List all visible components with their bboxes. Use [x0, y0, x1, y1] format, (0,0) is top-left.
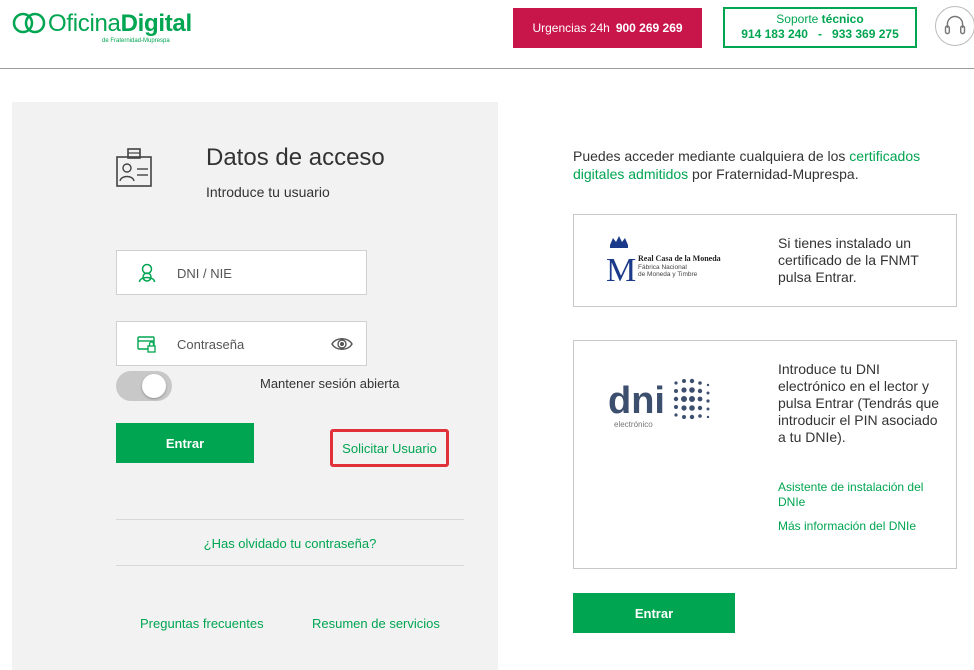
- logo-subtitle: de Fraternidad-Muprespa: [102, 38, 170, 44]
- dnie-dots-icon: [673, 378, 710, 420]
- fnmt-logo-sub2: de Moneda y Timbre: [638, 271, 698, 278]
- keep-session-toggle[interactable]: [116, 371, 172, 401]
- password-field[interactable]: [116, 321, 367, 366]
- fnmt-text: Si tienes instalado un certificado de la…: [778, 235, 919, 285]
- intro-text-post: por Fraternidad-Muprespa.: [688, 166, 859, 182]
- dnie-logo-sub: electrónico: [614, 420, 653, 429]
- svg-text:M: M: [606, 252, 636, 285]
- intro-text-pre: Puedes acceder mediante cualquiera de lo…: [573, 148, 850, 164]
- logo-rings-icon: [12, 12, 46, 34]
- crown-icon: [610, 236, 628, 248]
- urgencias-label: Urgencias 24h: [532, 21, 610, 35]
- dnie-text: Introduce tu DNI electrónico en el lecto…: [778, 361, 940, 445]
- show-password-eye-icon[interactable]: [331, 334, 353, 354]
- soporte-word2: técnico: [821, 12, 864, 26]
- soporte-phone2: 933 369 275: [832, 27, 899, 41]
- login-enter-button[interactable]: Entrar: [116, 423, 254, 463]
- certificates-intro: Puedes acceder mediante cualquiera de lo…: [573, 147, 953, 183]
- keep-session-label: Mantener sesión abierta: [260, 376, 400, 391]
- soporte-title: Soporte técnico: [725, 12, 915, 27]
- fnmt-card: M Real Casa de la Moneda Fábrica Naciona…: [573, 214, 957, 307]
- soporte-sep: -: [818, 27, 822, 41]
- logo-word2: Digital: [120, 10, 193, 37]
- login-subtitle: Introduce tu usuario: [206, 184, 330, 200]
- login-panel: Datos de acceso Introduce tu usuario Man…: [12, 102, 498, 670]
- services-summary-link[interactable]: Resumen de servicios: [312, 616, 440, 631]
- urgencias-banner[interactable]: Urgencias 24h 900 269 269: [513, 8, 702, 48]
- divider: [116, 565, 464, 566]
- oficina-digital-logo[interactable]: OficinaDigital de Fraternidad-Muprespa: [12, 10, 202, 50]
- user-icon: [138, 263, 156, 283]
- soporte-word1: Soporte: [776, 12, 819, 26]
- request-user-link[interactable]: Solicitar Usuario: [330, 429, 449, 467]
- certificate-enter-button[interactable]: Entrar: [573, 593, 735, 633]
- soporte-phone1: 914 183 240: [741, 27, 808, 41]
- headset-icon[interactable]: [935, 6, 974, 46]
- logo-word1: Oficina: [48, 10, 121, 37]
- card-lock-icon: [137, 336, 156, 353]
- dnie-logo: dni electrónico: [608, 378, 710, 429]
- fnmt-logo-title: Real Casa de la Moneda: [638, 254, 721, 263]
- divider: [116, 519, 464, 520]
- faq-link[interactable]: Preguntas frecuentes: [140, 616, 264, 631]
- dnie-install-assistant-link[interactable]: Asistente de instalación del DNIe: [778, 480, 948, 510]
- user-field[interactable]: [116, 250, 367, 295]
- login-title: Datos de acceso: [206, 144, 385, 171]
- dnie-card: dni electrónico Introduce tu DNI electró…: [573, 340, 957, 569]
- dnie-more-info-link[interactable]: Más información del DNIe: [778, 519, 948, 534]
- toggle-knob: [142, 374, 166, 398]
- forgot-password-link[interactable]: ¿Has olvidado tu contraseña?: [116, 536, 464, 551]
- fnmt-logo-sub1: Fábrica Nacional: [638, 264, 687, 271]
- user-input[interactable]: [177, 263, 337, 283]
- fnmt-logo: M Real Casa de la Moneda Fábrica Naciona…: [606, 236, 721, 285]
- dnie-logo-word: dni: [608, 380, 665, 422]
- id-badge-icon: [116, 148, 152, 187]
- logo-wordmark: OficinaDigital: [48, 10, 192, 38]
- header: OficinaDigital de Fraternidad-Muprespa U…: [0, 0, 974, 69]
- urgencias-number: 900 269 269: [615, 21, 683, 35]
- soporte-tecnico-box[interactable]: Soporte técnico 914 183 240 - 933 369 27…: [723, 7, 917, 48]
- soporte-phones: 914 183 240 - 933 369 275: [725, 27, 915, 42]
- password-input[interactable]: [177, 334, 337, 354]
